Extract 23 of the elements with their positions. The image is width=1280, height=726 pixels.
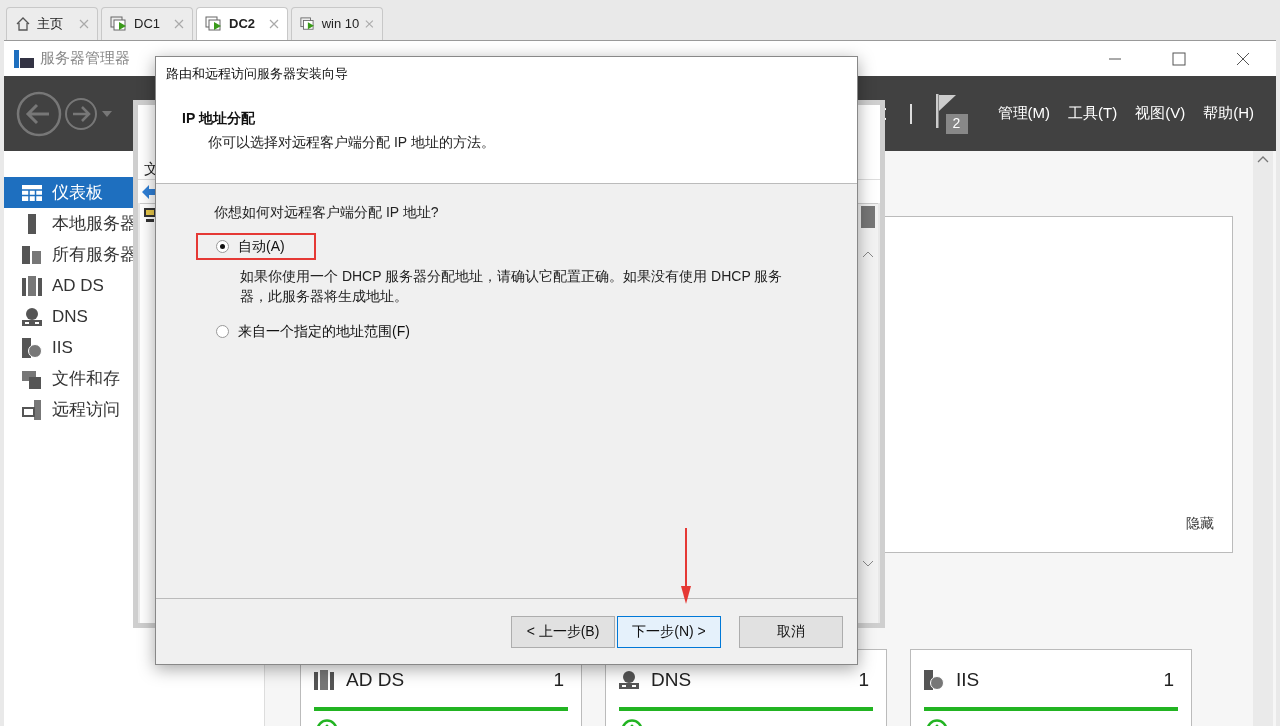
step-heading: IP 地址分配	[182, 109, 256, 128]
sidebar-label: IIS	[52, 336, 73, 359]
tile-count: 1	[553, 668, 565, 692]
tab-label: DC1	[134, 15, 160, 34]
tab-label: win 10	[321, 15, 360, 34]
tile-count: 1	[1163, 668, 1175, 692]
tile-count: 1	[858, 668, 870, 692]
question-text: 你想如何对远程客户端分配 IP 地址?	[213, 203, 440, 222]
tile-title: DNS	[651, 668, 692, 692]
sidebar-label: AD DS	[52, 274, 104, 297]
sidebar-label: 文件和存	[52, 367, 120, 390]
dialog-title: 路由和远程访问服务器安装向导	[166, 65, 348, 84]
sidebar-label: 仪表板	[52, 181, 103, 204]
tile-title: AD DS	[346, 668, 405, 692]
tab-label: DC2	[229, 15, 255, 34]
sidebar-label: 远程访问	[52, 398, 120, 421]
tab-label: 主页	[37, 15, 63, 34]
step-description: 你可以选择对远程客户端分配 IP 地址的方法。	[207, 133, 496, 152]
option-description: 如果你使用一个 DHCP 服务器分配地址，请确认它配置正确。如果没有使用 DHCP 服务器，此服务器将生成地址。	[239, 267, 784, 306]
tile-title: IIS	[956, 668, 980, 692]
window-title: 服务器管理器	[40, 48, 130, 69]
notification-badge: 2	[945, 113, 968, 134]
sidebar-label: DNS	[52, 305, 88, 328]
